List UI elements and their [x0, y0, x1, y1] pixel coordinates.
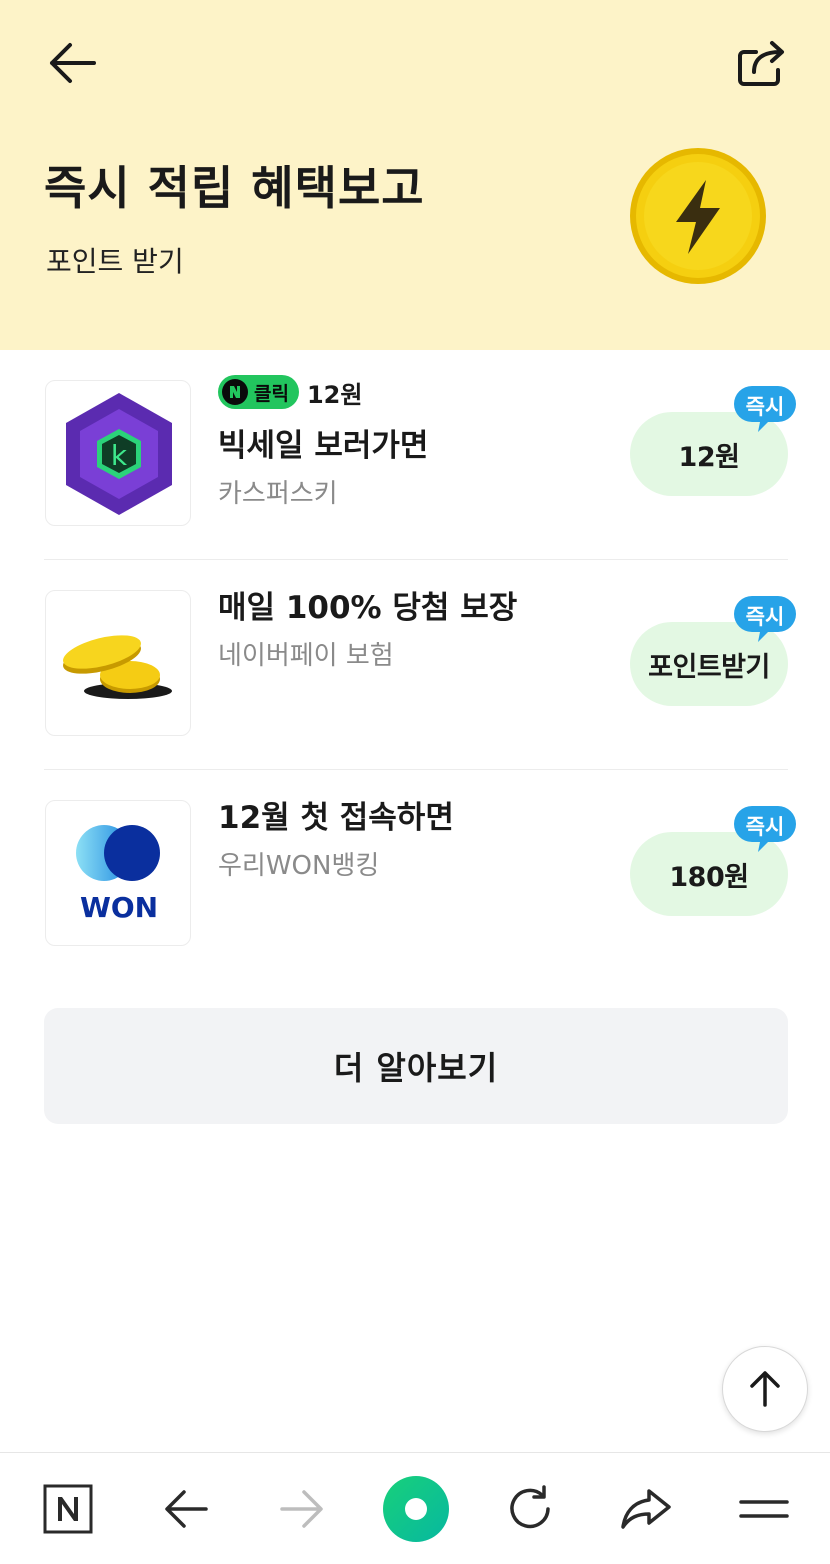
back-button[interactable]: [44, 38, 100, 88]
instant-label: 즉시: [745, 605, 785, 629]
offer-brand: 카스퍼스키: [218, 479, 338, 509]
page-subtitle: 포인트 받기: [46, 245, 184, 278]
gold-coins-icon: [45, 590, 191, 736]
woori-won-logo: WON: [45, 800, 191, 946]
offer-text: 매일 100% 당첨 보장 네이버페이 보험: [218, 584, 598, 674]
green-dot-button[interactable]: [382, 1475, 450, 1543]
tag-row: 클릭 12원: [218, 374, 598, 410]
click-badge: 클릭: [218, 375, 299, 409]
menu-icon: [739, 1500, 789, 1518]
instant-badge: 즉시: [734, 806, 796, 856]
naver-home-button[interactable]: [36, 1477, 100, 1541]
naver-n-icon: [222, 379, 248, 405]
offer-brand: 네이버페이 보험: [218, 641, 394, 671]
reward-label: 12원: [678, 441, 740, 473]
more-button[interactable]: 더 알아보기: [44, 1008, 788, 1124]
page-title: 즉시 적립 혜택보고: [44, 161, 425, 215]
refresh-button[interactable]: [498, 1477, 562, 1541]
svg-text:WON: WON: [80, 891, 158, 924]
browser-back-button[interactable]: [154, 1477, 218, 1541]
share-icon: [621, 1489, 671, 1529]
list-item[interactable]: 매일 100% 당첨 보장 네이버페이 보험 포인트받기 즉시: [44, 560, 796, 770]
offer-text: 12월 첫 접속하면 우리WON뱅킹: [218, 794, 598, 884]
share-button[interactable]: [734, 38, 790, 90]
browser-forward-button[interactable]: [270, 1477, 334, 1541]
arrow-up-icon: [750, 1371, 780, 1407]
offer-brand: 우리WON뱅킹: [218, 851, 380, 881]
list-item[interactable]: k 클릭 12원 빅세일 보러가면 카스퍼스키 12원 즉시: [44, 350, 796, 560]
offer-title: 12월 첫 접속하면: [218, 800, 454, 836]
refresh-icon: [510, 1485, 550, 1529]
click-amount: 12원: [306, 380, 363, 409]
lightning-coin-icon: [628, 146, 768, 286]
list-item[interactable]: WON 12월 첫 접속하면 우리WON뱅킹 180원 즉시: [44, 770, 796, 980]
instant-label: 즉시: [745, 395, 785, 419]
scroll-top-button[interactable]: [722, 1346, 808, 1432]
more-button-label: 더 알아보기: [333, 1049, 499, 1087]
svg-text:k: k: [111, 439, 128, 472]
back-icon: [165, 1490, 208, 1528]
offer-title: 매일 100% 당첨 보장: [218, 590, 518, 626]
offer-title: 빅세일 보러가면: [218, 428, 429, 464]
reward-label: 180원: [669, 861, 749, 893]
instant-label: 즉시: [745, 815, 785, 839]
browser-bottom-bar: [0, 1452, 830, 1564]
forward-icon: [280, 1490, 323, 1528]
instant-badge: 즉시: [734, 596, 796, 646]
click-label: 클릭: [254, 382, 289, 405]
kaspersky-logo: k: [45, 380, 191, 526]
browser-share-button[interactable]: [614, 1477, 678, 1541]
arrow-left-icon: [50, 43, 96, 83]
share-icon: [738, 41, 784, 86]
green-dot-icon: [383, 1476, 449, 1542]
naver-home-icon: [43, 1484, 93, 1534]
page-header: 즉시 적립 혜택보고 포인트 받기: [0, 0, 830, 350]
reward-label: 포인트받기: [648, 651, 770, 683]
offer-text: 클릭 12원 빅세일 보러가면 카스퍼스키: [218, 374, 598, 512]
offer-list: k 클릭 12원 빅세일 보러가면 카스퍼스키 12원 즉시 매일 100% 당…: [44, 350, 796, 980]
instant-badge: 즉시: [734, 386, 796, 436]
menu-button[interactable]: [732, 1477, 796, 1541]
